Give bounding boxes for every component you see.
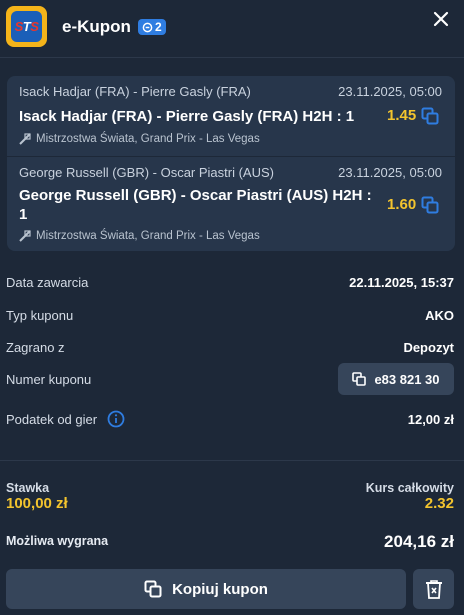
- logo-letter-s2: S: [30, 19, 39, 34]
- trash-icon: [425, 580, 442, 599]
- bets-list: Isack Hadjar (FRA) - Pierre Gasly (FRA) …: [7, 76, 455, 251]
- bet-event: George Russell (GBR) - Oscar Piastri (AU…: [19, 165, 274, 180]
- bet-count-badge: 2: [138, 19, 166, 35]
- page-title: e-Kupon: [62, 17, 131, 36]
- type-label: Typ kuponu: [6, 308, 74, 323]
- copy-icon: [352, 372, 367, 386]
- possible-win-label: Możliwa wygrana: [6, 534, 109, 548]
- copy-icon[interactable]: [421, 196, 439, 214]
- info-icon[interactable]: [107, 410, 125, 428]
- copy-icon[interactable]: [421, 107, 439, 125]
- bet-event: Isack Hadjar (FRA) - Pierre Gasly (FRA): [19, 84, 251, 99]
- copy-coupon-number-button[interactable]: e83 821 30: [338, 363, 454, 395]
- logo-letter-s1: S: [14, 19, 24, 34]
- racing-icon: [19, 230, 31, 242]
- header: STS e-Kupon 2: [0, 0, 464, 58]
- played-from-value: Depozyt: [403, 340, 454, 355]
- bet-league: Mistrzostwa Świata, Grand Prix - Las Veg…: [19, 133, 260, 145]
- total-odds-label: Kurs całkowity: [365, 481, 454, 495]
- bet-count: 2: [155, 20, 162, 34]
- bet-date: 23.11.2025, 05:00: [338, 165, 442, 180]
- bet-selection: George Russell (GBR) - Oscar Piastri (AU…: [19, 187, 372, 223]
- stake-value: 100,00 zł: [6, 495, 68, 512]
- close-icon: [433, 11, 449, 27]
- bet-item[interactable]: George Russell (GBR) - Oscar Piastri (AU…: [7, 157, 455, 251]
- sts-logo: STS: [6, 6, 47, 47]
- divider: [0, 460, 464, 461]
- total-odds-value: 2.32: [424, 495, 454, 512]
- bet-item[interactable]: Isack Hadjar (FRA) - Pierre Gasly (FRA) …: [7, 76, 455, 156]
- bet-date: 23.11.2025, 05:00: [338, 84, 442, 99]
- racing-icon: [19, 133, 31, 145]
- league-label: Mistrzostwa Świata, Grand Prix - Las Veg…: [36, 133, 260, 145]
- type-value: AKO: [425, 308, 454, 323]
- date-value: 22.11.2025, 15:37: [349, 275, 454, 290]
- copy-coupon-button[interactable]: Kopiuj kupon: [6, 569, 406, 609]
- delete-coupon-button[interactable]: [413, 569, 454, 609]
- bet-league: Mistrzostwa Świata, Grand Prix - Las Veg…: [19, 230, 260, 242]
- close-button[interactable]: [430, 8, 452, 30]
- logo-letter-t: T: [22, 19, 31, 34]
- copy-icon: [144, 580, 162, 598]
- bet-odds: 1.60: [387, 196, 417, 213]
- tax-value: 12,00 zł: [407, 412, 454, 427]
- league-label: Mistrzostwa Świata, Grand Prix - Las Veg…: [36, 230, 260, 242]
- coupon-number-value: e83 821 30: [374, 371, 440, 387]
- bet-selection: Isack Hadjar (FRA) - Pierre Gasly (FRA) …: [19, 108, 355, 125]
- played-from-label: Zagrano z: [6, 340, 65, 355]
- copy-coupon-label: Kopiuj kupon: [172, 580, 268, 598]
- ticket-icon: [142, 22, 153, 32]
- date-label: Data zawarcia: [6, 275, 89, 290]
- bet-odds: 1.45: [387, 107, 417, 124]
- coupon-number-label: Numer kuponu: [6, 372, 92, 387]
- possible-win-value: 204,16 zł: [384, 532, 454, 551]
- tax-label: Podatek od gier: [6, 412, 98, 427]
- stake-label: Stawka: [6, 481, 50, 495]
